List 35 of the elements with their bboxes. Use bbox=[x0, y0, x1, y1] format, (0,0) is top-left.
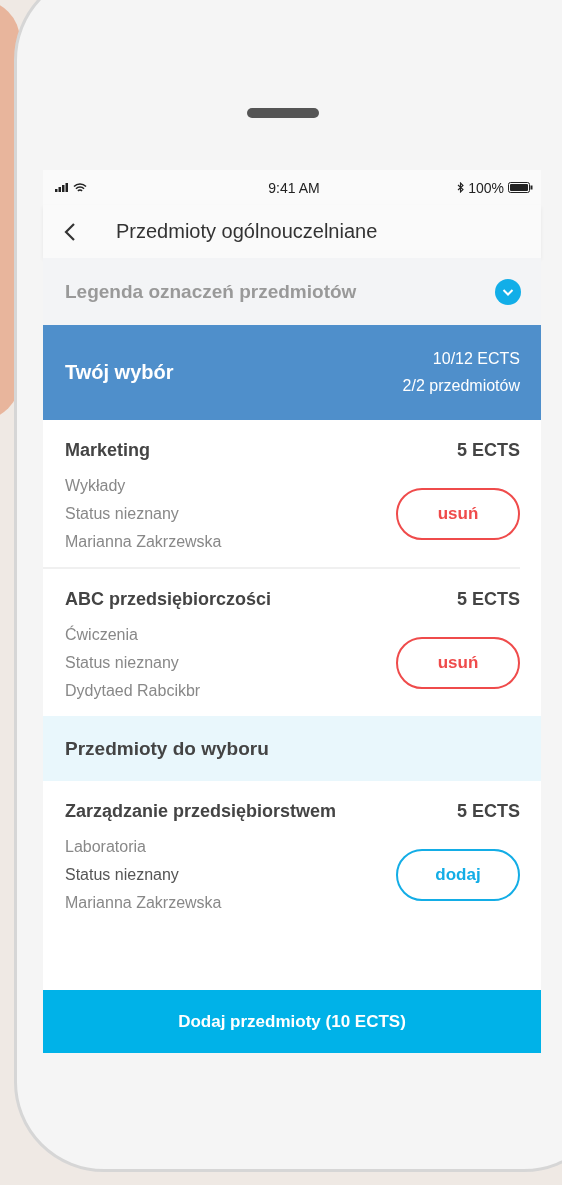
course-name: Marketing bbox=[65, 440, 151, 461]
selection-ects: 10/12 ECTS bbox=[432, 350, 520, 368]
course-name: ABC przedsiębiorczości bbox=[65, 589, 272, 610]
course-type: Wykłady bbox=[65, 477, 127, 495]
add-button[interactable]: dodaj bbox=[396, 849, 520, 901]
speaker-grille bbox=[247, 108, 319, 118]
course-type: Ćwiczenia bbox=[65, 626, 139, 644]
wifi-icon bbox=[73, 182, 87, 193]
course-lecturer: Marianna Zakrzewska bbox=[65, 533, 222, 551]
add-courses-button[interactable]: Dodaj przedmioty (10 ECTS) bbox=[43, 990, 541, 1053]
course-name: Zarządzanie przedsiębiorstwem bbox=[65, 801, 337, 822]
back-icon[interactable] bbox=[64, 221, 76, 242]
signal-icon bbox=[55, 183, 69, 192]
battery-percent: 100% bbox=[468, 179, 504, 196]
selection-title: Twój wybór bbox=[65, 361, 174, 384]
bluetooth-icon bbox=[457, 182, 465, 193]
legend-bar[interactable]: Legenda oznaczeń przedmiotów bbox=[43, 258, 541, 325]
course-status: Status nieznany bbox=[65, 654, 180, 672]
screen-title: Przedmioty ogólnouczelniane bbox=[116, 220, 378, 243]
course-status: Status nieznany bbox=[65, 866, 180, 884]
section-title: Przedmioty do wyboru bbox=[65, 737, 269, 760]
remove-button[interactable]: usuń bbox=[396, 637, 520, 689]
course-type: Laboratoria bbox=[65, 838, 147, 856]
course-lecturer: Dydytaed Rabcikbr bbox=[65, 682, 201, 700]
remove-button[interactable]: usuń bbox=[396, 488, 520, 540]
status-time: 9:41 AM bbox=[268, 179, 320, 196]
chevron-icon[interactable] bbox=[495, 278, 521, 305]
course-ects: 5 ECTS bbox=[456, 440, 520, 461]
course-status: Status nieznany bbox=[65, 505, 180, 523]
legend-label: Legenda oznaczeń przedmiotów bbox=[65, 280, 357, 303]
selection-count: 2/2 przedmiotów bbox=[402, 377, 520, 395]
battery-icon bbox=[508, 182, 533, 193]
course-ects: 5 ECTS bbox=[456, 801, 520, 822]
course-lecturer: Marianna Zakrzewska bbox=[65, 894, 222, 912]
course-ects: 5 ECTS bbox=[456, 589, 520, 610]
